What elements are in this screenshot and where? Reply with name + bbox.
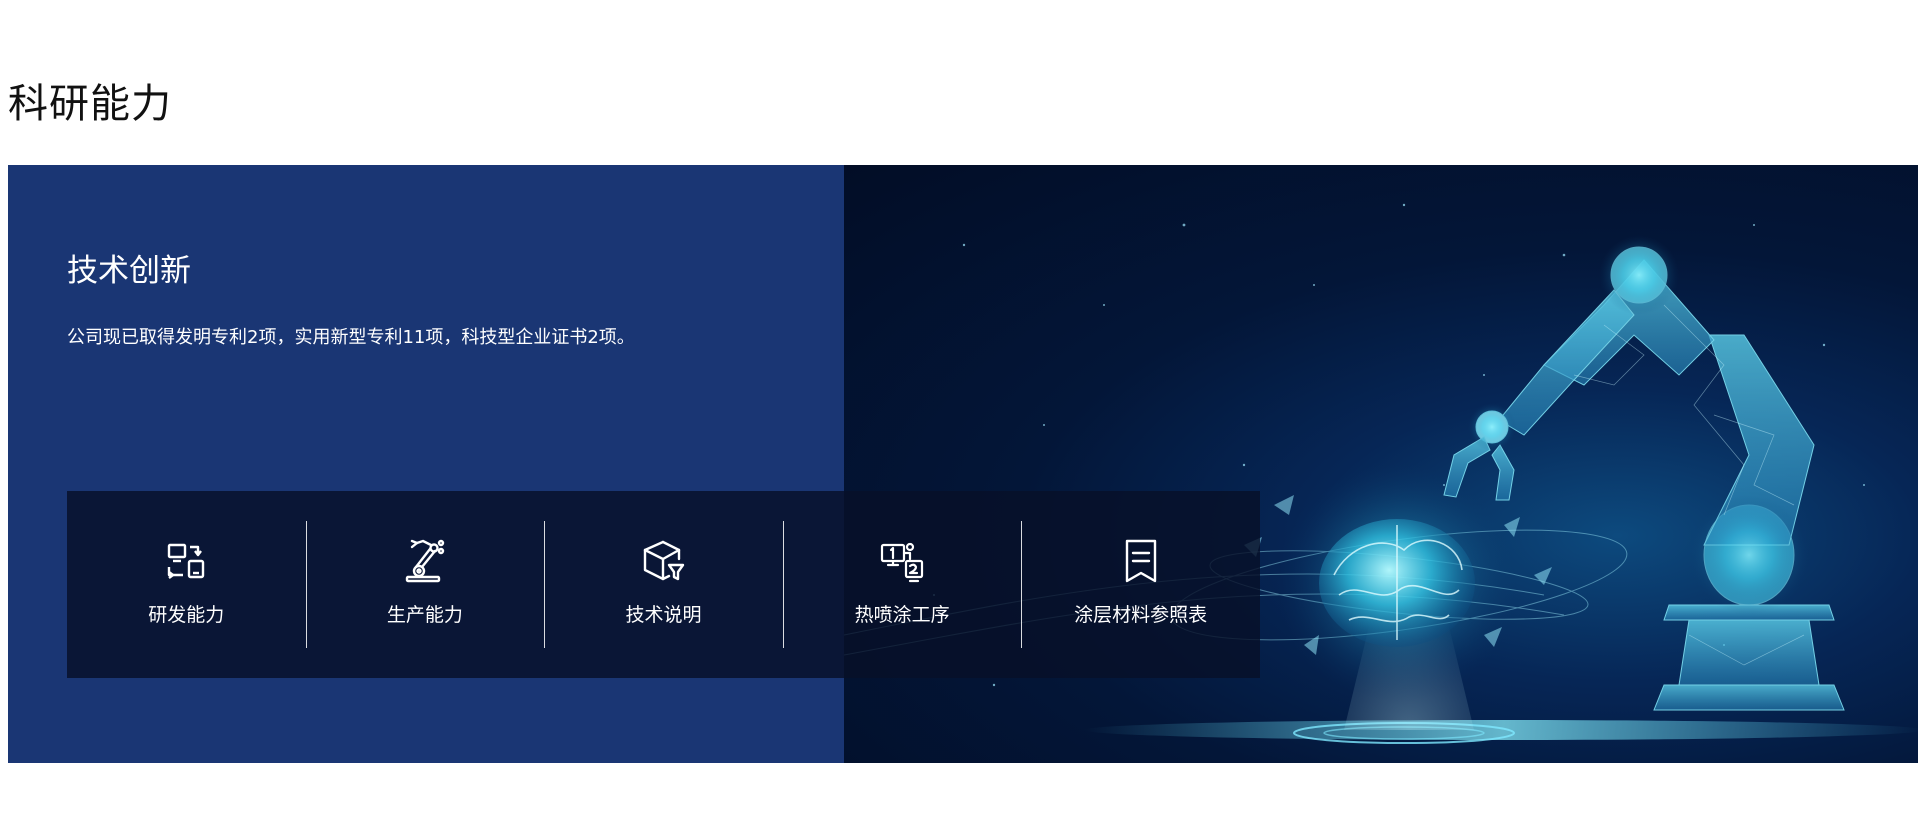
capability-nav-panel: 研发能力 生产能力 技术说明 热喷涂工序 涂层材料参照表	[67, 491, 1260, 678]
nav-item-coating-material-table[interactable]: 涂层材料参照表	[1021, 491, 1260, 678]
nav-item-label: 技术说明	[625, 604, 702, 626]
bookmark-list-icon	[1125, 539, 1156, 583]
nav-item-rd-capability[interactable]: 研发能力	[67, 491, 306, 678]
nav-item-production-capability[interactable]: 生产能力	[305, 491, 545, 678]
section-description: 公司现已取得发明专利2项，实用新型专利11项，科技型企业证书2项。	[67, 327, 635, 348]
page-title: 科研能力	[8, 81, 172, 127]
nav-item-label: 研发能力	[148, 604, 225, 626]
box-filter-icon	[644, 540, 685, 581]
page: 科研能力 技术创新 公司现已取得发明专利2项，实用新型专利11项，科技型企业证书…	[0, 0, 1920, 828]
research-banner: 技术创新 公司现已取得发明专利2项，实用新型专利11项，科技型企业证书2项。 研…	[8, 165, 1918, 763]
nav-item-label: 涂层材料参照表	[1074, 604, 1208, 626]
nav-item-label: 热喷涂工序	[854, 604, 950, 626]
process-steps-icon	[880, 542, 924, 583]
nav-item-thermal-spray-process[interactable]: 热喷涂工序	[782, 491, 1022, 678]
section-heading: 技术创新	[67, 253, 191, 289]
nav-item-technical-description[interactable]: 技术说明	[544, 491, 783, 678]
robot-arm-icon	[405, 539, 445, 583]
devices-icon	[168, 543, 205, 579]
nav-item-label: 生产能力	[386, 604, 463, 626]
